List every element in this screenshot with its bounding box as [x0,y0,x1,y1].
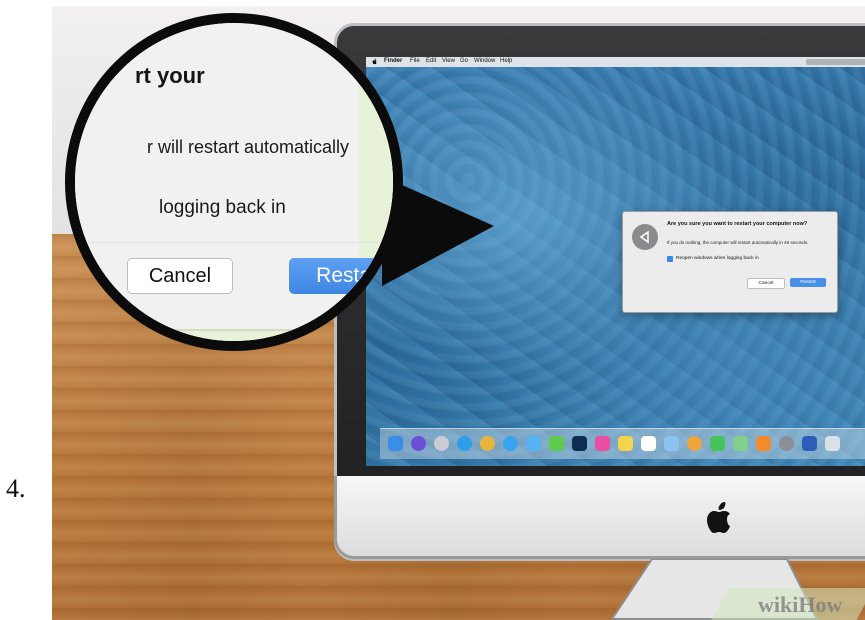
safari-icon[interactable] [457,436,472,451]
menu-edit[interactable]: Edit [426,58,436,64]
reopen-windows-checkbox[interactable] [667,256,673,262]
menu-go[interactable]: Go [460,58,468,64]
zoomed-checkbox-label: logging back in [159,197,286,218]
trash-icon[interactable] [825,436,840,451]
restart-button[interactable]: Restart [790,278,826,287]
app-store-icon[interactable] [503,436,518,451]
dialog-message: If you do nothing, the computer will res… [667,240,809,245]
menu-file[interactable]: File [410,58,420,64]
dock [380,428,865,459]
power-triangle-icon [639,230,649,244]
zoomed-cancel-button[interactable]: Cancel [127,258,233,294]
calendar-icon[interactable] [641,436,656,451]
restart-dialog: Are you sure you want to restart your co… [622,211,838,313]
menu-view[interactable]: View [442,58,455,64]
divider [75,242,393,243]
facetime-icon[interactable] [710,436,725,451]
notes-icon[interactable] [618,436,633,451]
apple-logo-icon [707,502,730,533]
zoomed-restart-button[interactable]: Restart [289,258,393,294]
ibooks-icon[interactable] [756,436,771,451]
maps-icon[interactable] [733,436,748,451]
photoshop-icon[interactable] [572,436,587,451]
system-preferences-icon[interactable] [779,436,794,451]
photos-icon[interactable] [687,436,702,451]
dialog-title: Are you sure you want to restart your co… [667,221,808,227]
step-number: 4. [6,474,26,503]
word-icon[interactable] [802,436,817,451]
menu-help[interactable]: Help [500,58,512,64]
reopen-windows-label: Reopen windows when logging back in [676,256,759,261]
cancel-button[interactable]: Cancel [747,278,785,289]
status-icons [806,59,865,65]
itunes-icon[interactable] [595,436,610,451]
preview-icon[interactable] [664,436,679,451]
restart-dialog-icon [632,224,658,250]
zoomed-message: r will restart automatically [147,137,350,157]
mail-icon[interactable] [526,436,541,451]
magnifier: rt your r will restart automatically log… [65,13,403,351]
menu-bar: Finder File Edit View Go Window Help [366,57,865,67]
illustration: Finder File Edit View Go Window Help Are… [52,6,865,620]
launchpad-icon[interactable] [434,436,449,451]
watermark: wikiHow [758,592,843,617]
finder-icon[interactable] [388,436,403,451]
messages-icon[interactable] [549,436,564,451]
zoomed-title: rt your [135,63,205,88]
siri-icon[interactable] [411,436,426,451]
menu-window[interactable]: Window [474,58,495,64]
imac-chin [334,476,865,559]
chrome-icon[interactable] [480,436,495,451]
